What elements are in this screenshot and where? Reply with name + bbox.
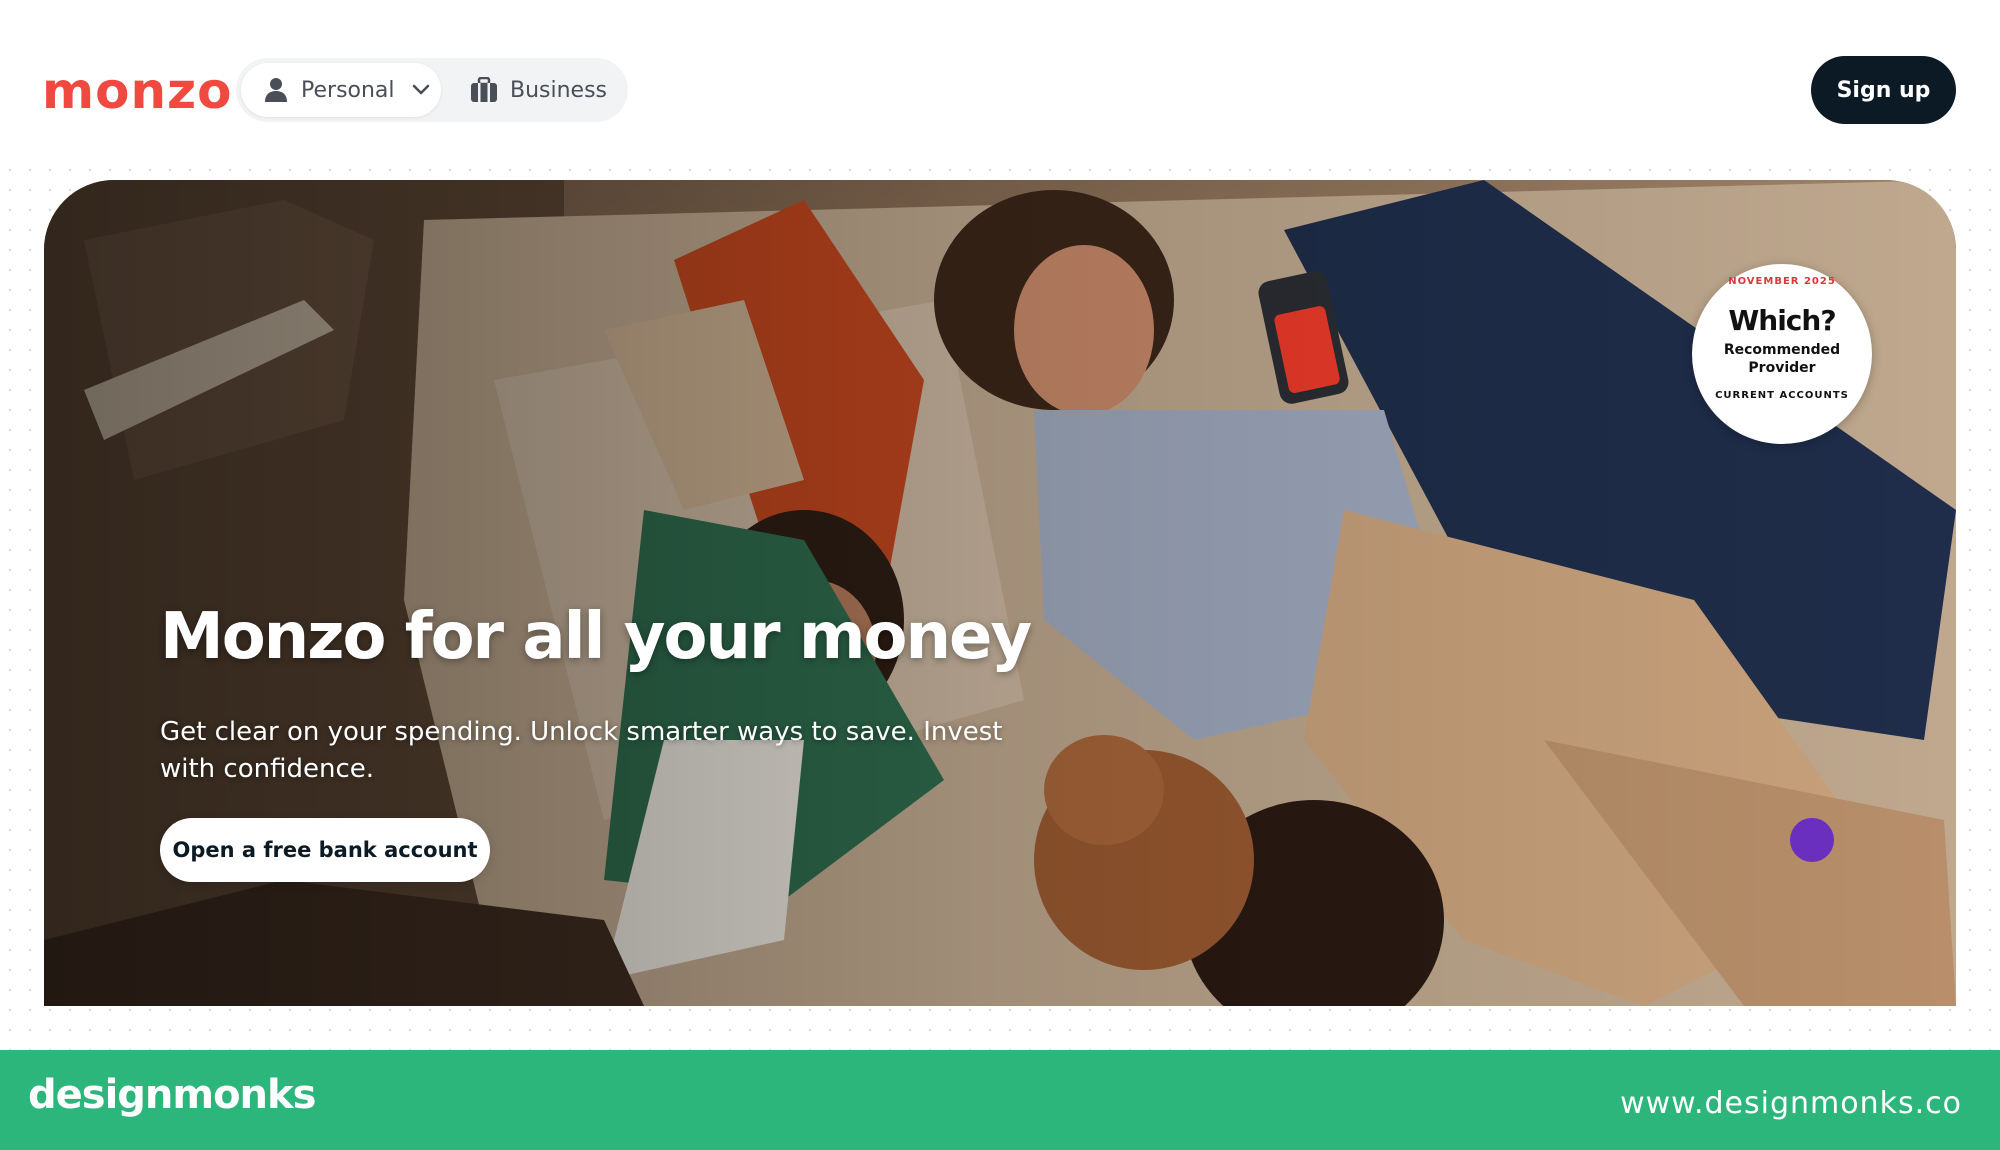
hero-photo bbox=[44, 180, 1956, 1006]
badge-category: CURRENT ACCOUNTS bbox=[1715, 390, 1849, 401]
designmonks-logo: designmonks bbox=[28, 1072, 316, 1118]
designmonks-url[interactable]: www.designmonks.co bbox=[1620, 1086, 1962, 1121]
business-tab-label: Business bbox=[510, 77, 608, 103]
monzo-logo[interactable]: monzo bbox=[42, 56, 233, 126]
personal-tab-label: Personal bbox=[301, 77, 395, 103]
site-header: monzo Personal Business Sign up bbox=[0, 0, 2000, 160]
page: monzo Personal Business Sign up Monzo fo… bbox=[0, 0, 2000, 1150]
badge-line-2: Provider bbox=[1748, 360, 1816, 376]
chevron-down-icon[interactable] bbox=[411, 80, 431, 100]
badge-brand: Which? bbox=[1728, 304, 1836, 337]
which-recommended-badge: NOVEMBER 2025 Which? Recommended Provide… bbox=[1692, 264, 1872, 444]
badge-date: NOVEMBER 2025 bbox=[1728, 276, 1836, 287]
account-type-switcher: Personal Business bbox=[236, 58, 628, 122]
hero-banner: Monzo for all your money Get clear on yo… bbox=[44, 180, 1956, 1006]
hero-title: Monzo for all your money bbox=[160, 600, 1032, 674]
badge-line-1: Recommended bbox=[1723, 342, 1841, 358]
open-account-button[interactable]: Open a free bank account bbox=[160, 818, 490, 882]
designmonks-band: designmonks www.designmonks.co bbox=[0, 1050, 2000, 1150]
hero-subtitle: Get clear on your spending. Unlock smart… bbox=[160, 717, 1003, 784]
business-tab[interactable]: Business bbox=[460, 63, 620, 117]
personal-tab[interactable]: Personal bbox=[241, 63, 441, 117]
person-icon bbox=[263, 77, 289, 103]
sign-up-button[interactable]: Sign up bbox=[1811, 56, 1956, 124]
chat-bubble-icon[interactable] bbox=[1790, 818, 1834, 862]
briefcase-icon bbox=[470, 76, 498, 104]
